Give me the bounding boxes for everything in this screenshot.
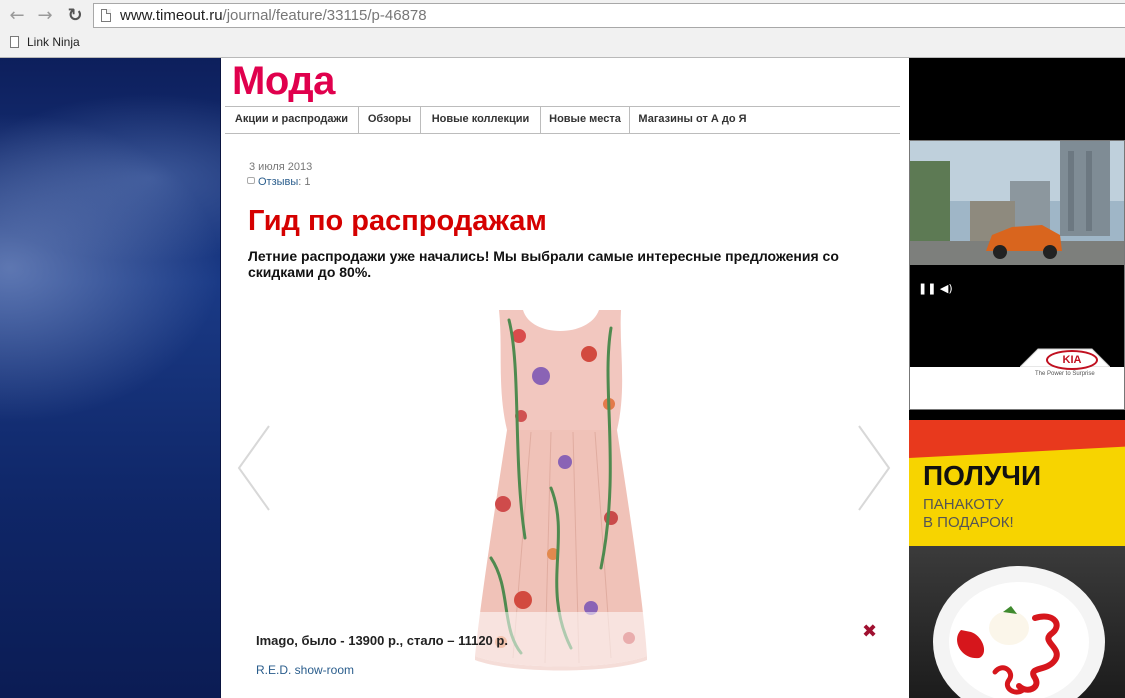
left-background	[0, 58, 220, 698]
reviews-link[interactable]: Отзывы	[258, 176, 298, 188]
page-icon	[101, 9, 111, 22]
url-path: /journal/feature/33115/p-46878	[222, 7, 427, 24]
section-title[interactable]: Мода	[232, 59, 335, 104]
food-ad-subtitle: ПАНАКОТУ В ПОДАРОК!	[923, 496, 1014, 532]
kia-ad-banner[interactable]: ❚❚ ◀) KIA The Power to Surprise	[909, 140, 1125, 410]
food-ad-title: ПОЛУЧИ	[923, 460, 1042, 491]
reviews-number: : 1	[298, 176, 311, 188]
back-icon[interactable]: ←	[6, 5, 28, 27]
bookmark-link-ninja[interactable]: Link Ninja	[10, 35, 80, 49]
kia-slogan: The Power to Surprise	[1035, 371, 1095, 377]
food-ad-subtitle-line2: В ПОДАРОК!	[923, 514, 1014, 531]
subnav-item-sales[interactable]: Акции и распродажи	[225, 107, 358, 133]
reload-icon[interactable]: ↻	[64, 5, 86, 27]
kia-logo[interactable]: KIA	[1046, 350, 1098, 370]
article-lead: Летние распродажи уже начались! Мы выбра…	[248, 248, 839, 280]
subnav-item-new-collections[interactable]: Новые коллекции	[420, 107, 540, 133]
video-controls[interactable]: ❚❚ ◀)	[918, 282, 953, 295]
slide-caption: Imago, было - 13900 р., стало – 11120 р.	[256, 633, 508, 648]
forward-icon[interactable]: →	[34, 5, 56, 27]
comment-icon	[247, 177, 255, 184]
section-subnav: Акции и распродажи Обзоры Новые коллекци…	[225, 106, 900, 134]
chevron-left-icon[interactable]	[237, 424, 271, 512]
url-host: www.timeout.ru	[120, 7, 223, 24]
subnav-item-reviews[interactable]: Обзоры	[358, 107, 420, 133]
shop-link[interactable]: R.E.D. show-room	[256, 663, 354, 677]
food-ad-subtitle-line1: ПАНАКОТУ	[923, 496, 1004, 513]
food-ad-banner[interactable]: ПОЛУЧИ ПАНАКОТУ В ПОДАРОК!	[909, 420, 1125, 698]
close-icon[interactable]: ✖	[862, 621, 877, 642]
bookmark-label: Link Ninja	[27, 35, 80, 49]
subnav-item-shops-a-z[interactable]: Магазины от А до Я	[629, 107, 755, 133]
address-bar[interactable]: www.timeout.ru/journal/feature/33115/p-4…	[93, 3, 1125, 28]
bookmark-page-icon	[10, 36, 19, 48]
chevron-right-icon[interactable]	[857, 424, 891, 512]
browser-chrome: ← → ↻ www.timeout.ru/journal/feature/331…	[0, 0, 1125, 58]
subnav-item-new-places[interactable]: Новые места	[540, 107, 629, 133]
dessert-plate-image	[933, 566, 1105, 698]
kia-video-frame[interactable]	[910, 141, 1125, 265]
article-headline: Гид по распродажам	[248, 205, 547, 237]
url-text[interactable]: www.timeout.ru/journal/feature/33115/p-4…	[120, 7, 427, 24]
article-date: 3 июля 2013	[249, 161, 313, 173]
caption-overlay	[221, 612, 909, 698]
reviews-count[interactable]: Отзывы: 1	[247, 176, 311, 188]
main-content: Мода Акции и распродажи Обзоры Новые кол…	[221, 58, 909, 698]
